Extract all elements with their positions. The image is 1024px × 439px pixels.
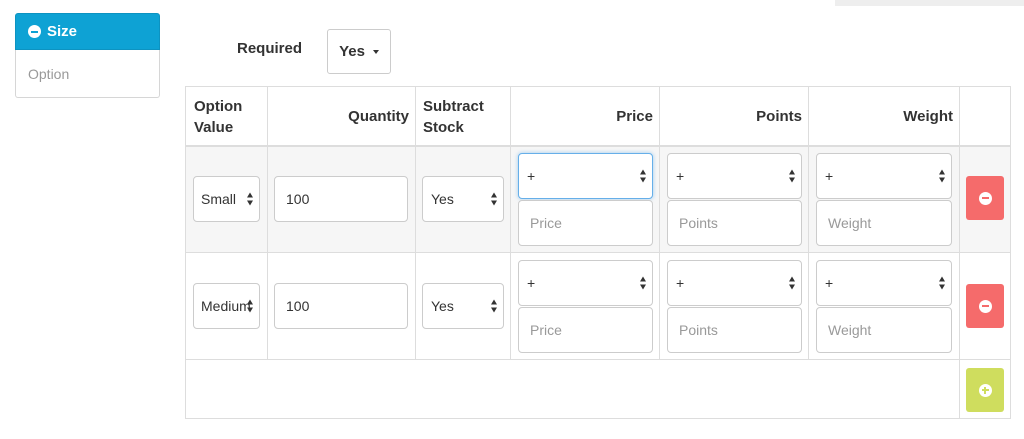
header-points: Points — [756, 108, 802, 125]
input-placeholder: Price — [530, 322, 562, 338]
header-quantity: Quantity — [348, 108, 409, 125]
header-price: Price — [616, 108, 653, 125]
select-arrows-icon — [247, 299, 254, 313]
select-value: Small — [201, 191, 237, 207]
select-value: Yes — [431, 298, 454, 314]
minus-circle-icon — [28, 25, 41, 38]
option-value-select[interactable]: Medium — [193, 283, 260, 329]
minus-circle-icon — [978, 299, 992, 313]
select-arrows-icon — [939, 169, 946, 183]
required-value: Yes — [339, 43, 365, 60]
option-tab-label: Size — [47, 23, 78, 40]
header-option-value: Option Value — [194, 96, 242, 138]
weight-input[interactable]: Weight — [816, 200, 952, 246]
input-placeholder: Points — [679, 215, 718, 231]
weight-input[interactable]: Weight — [816, 307, 952, 353]
select-arrows-icon — [939, 276, 946, 290]
select-value: + — [825, 275, 834, 291]
input-value: 100 — [286, 298, 310, 314]
header-line: Option — [194, 98, 243, 115]
select-arrows-icon — [491, 192, 498, 206]
quantity-input[interactable]: 100 — [274, 176, 408, 222]
weight-prefix-select[interactable]: + — [816, 260, 952, 306]
price-input[interactable]: Price — [518, 307, 653, 353]
required-label: Required — [237, 40, 303, 57]
option-autocomplete[interactable]: Option — [15, 50, 160, 98]
remove-row-button[interactable] — [966, 176, 1004, 220]
points-prefix-select[interactable]: + — [667, 260, 802, 306]
points-prefix-select[interactable]: + — [667, 153, 802, 199]
required-dropdown[interactable]: Yes — [327, 29, 391, 74]
option-value-select[interactable]: Small — [193, 176, 260, 222]
select-value: Yes — [431, 191, 454, 207]
column-divider — [808, 87, 809, 359]
caret-down-icon — [372, 49, 379, 54]
input-placeholder: Price — [530, 215, 562, 231]
subtract-select[interactable]: Yes — [422, 283, 504, 329]
price-prefix-select[interactable]: + — [518, 153, 653, 199]
select-value: + — [676, 168, 685, 184]
select-arrows-icon — [640, 276, 647, 290]
option-tab-size[interactable]: Size — [15, 13, 160, 50]
row-divider — [186, 252, 1010, 253]
column-divider — [267, 87, 268, 359]
select-value: + — [527, 168, 536, 184]
select-arrows-icon — [247, 192, 254, 206]
option-value-table: Option Value Quantity Subtract Stock Pri… — [185, 86, 1011, 419]
input-placeholder: Weight — [828, 215, 872, 231]
column-divider — [659, 87, 660, 359]
select-arrows-icon — [491, 299, 498, 313]
header-line: Subtract — [423, 98, 484, 115]
input-placeholder: Points — [679, 322, 718, 338]
select-value: + — [527, 275, 536, 291]
plus-circle-icon — [978, 383, 992, 397]
header-weight: Weight — [903, 108, 953, 125]
quantity-input[interactable]: 100 — [274, 283, 408, 329]
minus-circle-icon — [978, 191, 992, 205]
price-input[interactable]: Price — [518, 200, 653, 246]
option-list: Size Option — [15, 13, 160, 98]
price-prefix-select[interactable]: + — [518, 260, 653, 306]
column-divider — [510, 87, 511, 359]
column-divider — [415, 87, 416, 359]
points-input[interactable]: Points — [667, 200, 802, 246]
select-arrows-icon — [640, 169, 647, 183]
select-arrows-icon — [789, 169, 796, 183]
header-line: Value — [194, 119, 234, 136]
header-subtract-stock: Subtract Stock — [423, 96, 484, 138]
select-value: + — [825, 168, 834, 184]
header-divider — [186, 145, 1010, 147]
add-row-button[interactable] — [966, 368, 1004, 412]
select-value: Medium — [201, 298, 250, 314]
select-value: + — [676, 275, 685, 291]
points-input[interactable]: Points — [667, 307, 802, 353]
row-divider — [186, 359, 1010, 360]
select-arrows-icon — [789, 276, 796, 290]
subtract-select[interactable]: Yes — [422, 176, 504, 222]
option-item-label: Option — [28, 65, 70, 82]
input-placeholder: Weight — [828, 322, 872, 338]
weight-prefix-select[interactable]: + — [816, 153, 952, 199]
top-strip — [835, 0, 1024, 6]
remove-row-button[interactable] — [966, 284, 1004, 328]
header-line: Stock — [423, 119, 464, 136]
input-value: 100 — [286, 191, 310, 207]
